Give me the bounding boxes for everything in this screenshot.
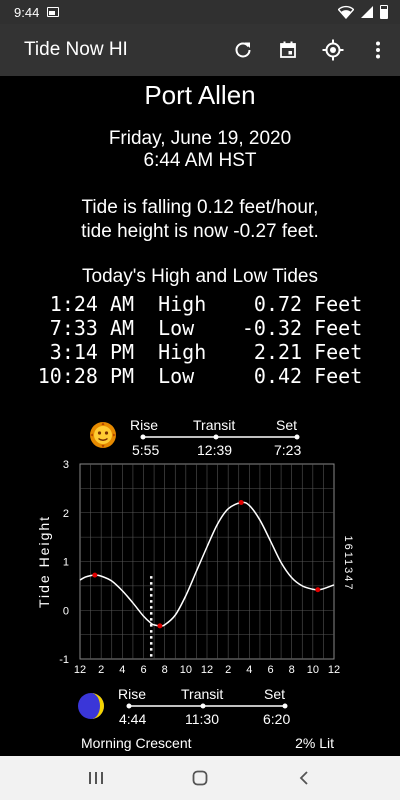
y-tick-label: 3 bbox=[63, 459, 69, 471]
tide-time: 7:33 AM bbox=[49, 316, 135, 340]
calendar-icon bbox=[279, 41, 296, 58]
tide-status-line2: tide height is now -0.27 feet. bbox=[81, 221, 319, 242]
station-label: 1611347 bbox=[342, 535, 354, 591]
x-tick-label: 8 bbox=[162, 664, 168, 676]
x-tick-label: 8 bbox=[289, 664, 295, 676]
sun-transit-label: Transit bbox=[193, 417, 236, 433]
y-tick-label: 2 bbox=[63, 508, 69, 520]
tide-extremum-point bbox=[157, 623, 163, 629]
app-bar: Tide Now HI bbox=[0, 24, 400, 76]
tide-type: Low bbox=[158, 364, 195, 388]
tide-height: 0.72 bbox=[253, 292, 303, 316]
x-tick-label: 12 bbox=[201, 664, 213, 676]
tide-status: Tide is falling 0.12 feet/hour, tide hei… bbox=[0, 196, 400, 244]
sun-rise-label: Rise bbox=[130, 417, 159, 433]
x-tick-label: 2 bbox=[225, 664, 231, 676]
moonset-time: 6:20 bbox=[263, 711, 291, 727]
more-vert-icon bbox=[375, 41, 380, 59]
tide-time: 1:24 AM bbox=[49, 292, 135, 316]
status-bar: 9:44 bbox=[0, 0, 400, 24]
tide-type: High bbox=[158, 340, 207, 364]
y-tick-label: 1 bbox=[63, 557, 69, 569]
current-time: 6:44 AM HST bbox=[143, 150, 257, 171]
location-name: Port Allen bbox=[144, 80, 256, 110]
moon-rise-label: Rise bbox=[118, 686, 147, 702]
tide-height: -0.32 bbox=[241, 316, 303, 340]
back-button[interactable] bbox=[274, 758, 334, 798]
signal-icon bbox=[361, 6, 373, 18]
moon-icon bbox=[78, 693, 104, 719]
tide-time: 10:28 PM bbox=[37, 364, 135, 388]
home-button[interactable] bbox=[170, 758, 230, 798]
tide-row: 10:28 PM Low 0.42 Feet bbox=[38, 364, 363, 388]
tide-height: 2.21 bbox=[253, 340, 303, 364]
tide-type: Low bbox=[158, 316, 195, 340]
wifi-icon bbox=[338, 5, 354, 19]
sun-icon bbox=[90, 422, 116, 448]
x-tick-label: 10 bbox=[307, 664, 319, 676]
tide-unit: Feet bbox=[314, 316, 363, 340]
tide-chart: 12 2 4 6 8 10 12 2 4 6 8 10 12-10123Tide Height 16113… bbox=[36, 459, 354, 676]
main-content: Port Allen Friday, June 19, 2020 6:44 AM… bbox=[0, 76, 400, 388]
refresh-button[interactable] bbox=[220, 28, 265, 73]
moon-phase: Morning Crescent bbox=[81, 735, 192, 751]
tide-row: 1:24 AM High 0.72 Feet bbox=[38, 292, 363, 316]
calendar-button[interactable] bbox=[265, 28, 310, 73]
x-tick-label: 6 bbox=[140, 664, 146, 676]
x-tick-label: 10 bbox=[180, 664, 192, 676]
moon-timeline bbox=[126, 703, 288, 709]
recents-icon bbox=[89, 772, 103, 784]
app-title: Tide Now HI bbox=[24, 39, 128, 60]
location-icon bbox=[322, 39, 343, 61]
recents-button[interactable] bbox=[66, 758, 126, 798]
status-right bbox=[338, 5, 388, 19]
y-tick-label: -1 bbox=[59, 654, 69, 666]
tide-unit: Feet bbox=[314, 364, 363, 388]
tide-status-line1: Tide is falling 0.12 feet/hour, bbox=[81, 197, 319, 218]
tides-table: 1:24 AM High 0.72 Feet 7:33 AM Low -0.32… bbox=[38, 292, 363, 388]
moon-set-label: Set bbox=[264, 686, 286, 702]
app-actions bbox=[220, 28, 400, 73]
home-icon bbox=[192, 770, 208, 786]
y-tick-label: 0 bbox=[63, 605, 69, 617]
back-icon bbox=[299, 771, 308, 785]
tide-height: 0.42 bbox=[253, 364, 303, 388]
system-nav-bar bbox=[0, 756, 400, 800]
moon-transit-time: 11:30 bbox=[185, 711, 219, 727]
more-options-button[interactable] bbox=[355, 28, 400, 73]
x-tick-label: 4 bbox=[119, 664, 125, 676]
tide-row: 7:33 AM Low -0.32 Feet bbox=[38, 316, 363, 340]
current-date: Friday, June 19, 2020 bbox=[108, 128, 292, 149]
tide-unit: Feet bbox=[314, 292, 363, 316]
x-tick-label: 12 bbox=[328, 664, 340, 676]
y-axis-label: Tide Height bbox=[36, 515, 52, 608]
sun-timeline bbox=[140, 434, 300, 440]
moonrise-time: 4:44 bbox=[119, 711, 147, 727]
moon-illumination: 2% Lit bbox=[295, 735, 334, 751]
tide-time: 3:14 PM bbox=[49, 340, 135, 364]
moon-times: Rise Transit Set 4:44 11:30 6:20 bbox=[76, 686, 356, 728]
tide-extremum-point bbox=[238, 500, 244, 506]
tides-header: Today's High and Low Tides bbox=[82, 266, 318, 287]
tide-row: 3:14 PM High 2.21 Feet bbox=[38, 340, 363, 364]
moon-transit-label: Transit bbox=[181, 686, 224, 702]
sun-set-label: Set bbox=[276, 417, 298, 433]
image-icon bbox=[47, 7, 60, 17]
x-tick-label: 4 bbox=[246, 664, 252, 676]
refresh-icon bbox=[235, 42, 250, 58]
x-tick-label: 6 bbox=[267, 664, 273, 676]
tide-type: High bbox=[158, 292, 207, 316]
x-tick-label: 2 bbox=[98, 664, 104, 676]
status-time: 9:44 bbox=[14, 4, 40, 20]
x-tick-label: 12 bbox=[74, 664, 86, 676]
location-button[interactable] bbox=[310, 28, 355, 73]
tide-unit: Feet bbox=[314, 340, 363, 364]
tide-extremum-point bbox=[92, 572, 98, 578]
battery-icon bbox=[380, 5, 388, 19]
tide-extremum-point bbox=[315, 587, 321, 593]
